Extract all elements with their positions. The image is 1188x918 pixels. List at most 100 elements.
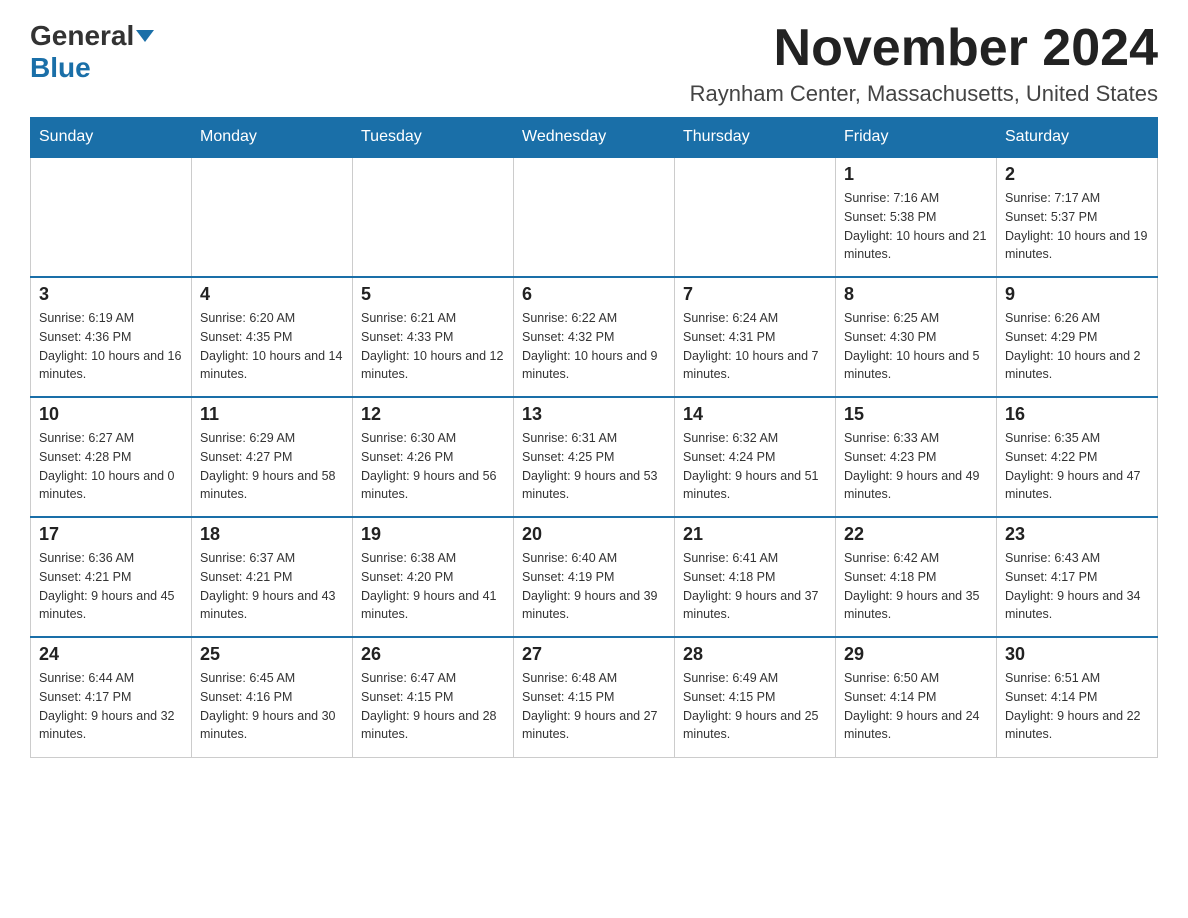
day-number: 14 xyxy=(683,404,827,425)
day-info: Sunrise: 7:16 AMSunset: 5:38 PMDaylight:… xyxy=(844,189,988,264)
day-info: Sunrise: 6:41 AMSunset: 4:18 PMDaylight:… xyxy=(683,549,827,624)
day-info: Sunrise: 6:32 AMSunset: 4:24 PMDaylight:… xyxy=(683,429,827,504)
day-number: 12 xyxy=(361,404,505,425)
day-info: Sunrise: 6:48 AMSunset: 4:15 PMDaylight:… xyxy=(522,669,666,744)
day-info: Sunrise: 6:38 AMSunset: 4:20 PMDaylight:… xyxy=(361,549,505,624)
day-number: 13 xyxy=(522,404,666,425)
day-number: 1 xyxy=(844,164,988,185)
table-row xyxy=(675,157,836,277)
day-info: Sunrise: 6:19 AMSunset: 4:36 PMDaylight:… xyxy=(39,309,183,384)
table-row: 30 Sunrise: 6:51 AMSunset: 4:14 PMDayligh… xyxy=(997,637,1158,757)
table-row: 24 Sunrise: 6:44 AMSunset: 4:17 PMDayligh… xyxy=(31,637,192,757)
day-number: 3 xyxy=(39,284,183,305)
calendar-week-row: 1 Sunrise: 7:16 AMSunset: 5:38 PMDaylight… xyxy=(31,157,1158,277)
day-info: Sunrise: 6:30 AMSunset: 4:26 PMDaylight:… xyxy=(361,429,505,504)
table-row: 20Sunrise: 6:40 AMSunset: 4:19 PMDayligh… xyxy=(514,517,675,637)
table-row: 5 Sunrise: 6:21 AMSunset: 4:33 PMDaylight… xyxy=(353,277,514,397)
day-number: 28 xyxy=(683,644,827,665)
table-row: 2Sunrise: 7:17 AMSunset: 5:37 PMDaylight… xyxy=(997,157,1158,277)
day-number: 16 xyxy=(1005,404,1149,425)
table-row xyxy=(353,157,514,277)
table-row: 15 Sunrise: 6:33 AMSunset: 4:23 PMDayligh… xyxy=(836,397,997,517)
table-row: 26 Sunrise: 6:47 AMSunset: 4:15 PMDayligh… xyxy=(353,637,514,757)
logo-text: GeneralBlue xyxy=(30,20,154,84)
table-row xyxy=(514,157,675,277)
day-info: Sunrise: 6:31 AMSunset: 4:25 PMDaylight:… xyxy=(522,429,666,504)
day-number: 24 xyxy=(39,644,183,665)
day-info: Sunrise: 6:29 AMSunset: 4:27 PMDaylight:… xyxy=(200,429,344,504)
table-row: 25 Sunrise: 6:45 AMSunset: 4:16 PMDayligh… xyxy=(192,637,353,757)
day-info: Sunrise: 6:26 AMSunset: 4:29 PMDaylight:… xyxy=(1005,309,1149,384)
month-title: November 2024 xyxy=(690,20,1158,77)
day-info: Sunrise: 6:24 AMSunset: 4:31 PMDaylight:… xyxy=(683,309,827,384)
table-row: 18 Sunrise: 6:37 AMSunset: 4:21 PMDayligh… xyxy=(192,517,353,637)
table-row: 10 Sunrise: 6:27 AMSunset: 4:28 PMDayligh… xyxy=(31,397,192,517)
table-row: 22 Sunrise: 6:42 AMSunset: 4:18 PMDayligh… xyxy=(836,517,997,637)
day-info: Sunrise: 6:21 AMSunset: 4:33 PMDaylight:… xyxy=(361,309,505,384)
day-number: 22 xyxy=(844,524,988,545)
col-thursday: Thursday xyxy=(675,118,836,158)
table-row: 7 Sunrise: 6:24 AMSunset: 4:31 PMDaylight… xyxy=(675,277,836,397)
day-number: 6 xyxy=(522,284,666,305)
day-info: Sunrise: 6:22 AMSunset: 4:32 PMDaylight:… xyxy=(522,309,666,384)
calendar-week-row: 3 Sunrise: 6:19 AMSunset: 4:36 PMDaylight… xyxy=(31,277,1158,397)
day-number: 17 xyxy=(39,524,183,545)
day-info: Sunrise: 6:25 AMSunset: 4:30 PMDaylight:… xyxy=(844,309,988,384)
day-number: 15 xyxy=(844,404,988,425)
day-info: Sunrise: 6:33 AMSunset: 4:23 PMDaylight:… xyxy=(844,429,988,504)
table-row: 28 Sunrise: 6:49 AMSunset: 4:15 PMDayligh… xyxy=(675,637,836,757)
day-info: Sunrise: 6:20 AMSunset: 4:35 PMDaylight:… xyxy=(200,309,344,384)
day-info: Sunrise: 6:27 AMSunset: 4:28 PMDaylight:… xyxy=(39,429,183,504)
day-info: Sunrise: 6:42 AMSunset: 4:18 PMDaylight:… xyxy=(844,549,988,624)
day-info: Sunrise: 6:49 AMSunset: 4:15 PMDaylight:… xyxy=(683,669,827,744)
location-subtitle: Raynham Center, Massachusetts, United St… xyxy=(690,81,1158,107)
day-number: 19 xyxy=(361,524,505,545)
table-row xyxy=(192,157,353,277)
calendar-week-row: 24 Sunrise: 6:44 AMSunset: 4:17 PMDayligh… xyxy=(31,637,1158,757)
table-row: 27 Sunrise: 6:48 AMSunset: 4:15 PMDayligh… xyxy=(514,637,675,757)
table-row: 8 Sunrise: 6:25 AMSunset: 4:30 PMDaylight… xyxy=(836,277,997,397)
table-row: 17 Sunrise: 6:36 AMSunset: 4:21 PMDayligh… xyxy=(31,517,192,637)
day-number: 9 xyxy=(1005,284,1149,305)
day-number: 10 xyxy=(39,404,183,425)
col-sunday: Sunday xyxy=(31,118,192,158)
table-row: 13 Sunrise: 6:31 AMSunset: 4:25 PMDayligh… xyxy=(514,397,675,517)
table-row: 1 Sunrise: 7:16 AMSunset: 5:38 PMDaylight… xyxy=(836,157,997,277)
day-info: Sunrise: 6:35 AMSunset: 4:22 PMDaylight:… xyxy=(1005,429,1149,504)
day-number: 18 xyxy=(200,524,344,545)
day-info: Sunrise: 6:44 AMSunset: 4:17 PMDaylight:… xyxy=(39,669,183,744)
day-number: 7 xyxy=(683,284,827,305)
day-number: 25 xyxy=(200,644,344,665)
col-monday: Monday xyxy=(192,118,353,158)
table-row: 14 Sunrise: 6:32 AMSunset: 4:24 PMDayligh… xyxy=(675,397,836,517)
day-number: 11 xyxy=(200,404,344,425)
day-number: 30 xyxy=(1005,644,1149,665)
day-info: Sunrise: 6:43 AMSunset: 4:17 PMDaylight:… xyxy=(1005,549,1149,624)
calendar-week-row: 17 Sunrise: 6:36 AMSunset: 4:21 PMDayligh… xyxy=(31,517,1158,637)
table-row: 29Sunrise: 6:50 AMSunset: 4:14 PMDayligh… xyxy=(836,637,997,757)
day-info: Sunrise: 6:45 AMSunset: 4:16 PMDaylight:… xyxy=(200,669,344,744)
day-number: 4 xyxy=(200,284,344,305)
day-info: Sunrise: 6:36 AMSunset: 4:21 PMDaylight:… xyxy=(39,549,183,624)
day-number: 5 xyxy=(361,284,505,305)
day-info: Sunrise: 7:17 AMSunset: 5:37 PMDaylight:… xyxy=(1005,189,1149,264)
day-info: Sunrise: 6:51 AMSunset: 4:14 PMDaylight:… xyxy=(1005,669,1149,744)
day-info: Sunrise: 6:37 AMSunset: 4:21 PMDaylight:… xyxy=(200,549,344,624)
table-row xyxy=(31,157,192,277)
table-row: 9 Sunrise: 6:26 AMSunset: 4:29 PMDaylight… xyxy=(997,277,1158,397)
day-number: 21 xyxy=(683,524,827,545)
calendar-header-row: Sunday Monday Tuesday Wednesday Thursday… xyxy=(31,118,1158,158)
day-number: 20 xyxy=(522,524,666,545)
col-wednesday: Wednesday xyxy=(514,118,675,158)
col-friday: Friday xyxy=(836,118,997,158)
col-tuesday: Tuesday xyxy=(353,118,514,158)
day-number: 8 xyxy=(844,284,988,305)
day-info: Sunrise: 6:47 AMSunset: 4:15 PMDaylight:… xyxy=(361,669,505,744)
calendar-week-row: 10 Sunrise: 6:27 AMSunset: 4:28 PMDayligh… xyxy=(31,397,1158,517)
table-row: 11 Sunrise: 6:29 AMSunset: 4:27 PMDayligh… xyxy=(192,397,353,517)
day-number: 26 xyxy=(361,644,505,665)
table-row: 19 Sunrise: 6:38 AMSunset: 4:20 PMDayligh… xyxy=(353,517,514,637)
calendar-table: Sunday Monday Tuesday Wednesday Thursday… xyxy=(30,117,1158,758)
table-row: 21 Sunrise: 6:41 AMSunset: 4:18 PMDayligh… xyxy=(675,517,836,637)
day-number: 27 xyxy=(522,644,666,665)
